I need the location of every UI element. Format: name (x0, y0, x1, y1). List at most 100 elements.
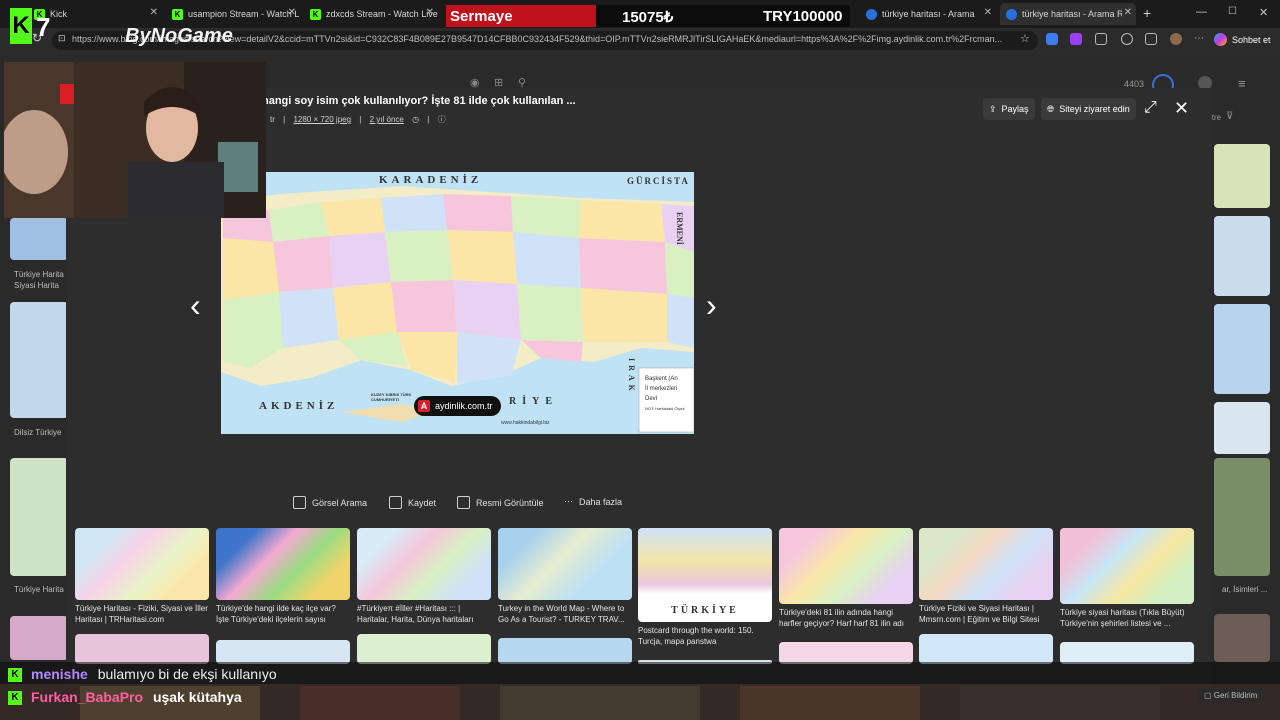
copilot-label: Sohbet et (1232, 34, 1271, 45)
kick-icon: K (310, 8, 321, 20)
globe-icon: 🌐︎ (1047, 103, 1055, 114)
right-thumbnail[interactable] (1214, 304, 1270, 394)
tab-usampion[interactable]: K usampion Stream - Watch L ✕ (166, 3, 300, 25)
left-thumbnail[interactable] (10, 218, 68, 260)
share-icon: ⇪ (989, 103, 997, 114)
right-thumbnail[interactable] (1214, 614, 1270, 662)
left-thumbnail[interactable] (10, 458, 68, 576)
related-image[interactable]: TÜRKİYE Postcard through the world: 150.… (638, 528, 772, 647)
view-image-button[interactable]: Resmi Görüntüle (457, 496, 544, 509)
profile-avatar[interactable] (1170, 33, 1182, 45)
copilot-button[interactable]: Sohbet et (1214, 33, 1271, 46)
image-title[interactable]: hangi soy isim çok kullanılıyor? İşte 81… (262, 95, 576, 107)
save-button[interactable]: Kaydet (389, 496, 436, 509)
kick-badge-icon: K (8, 691, 22, 706)
save-icon (389, 496, 402, 509)
hamburger-menu-icon[interactable]: ≡ (1238, 76, 1246, 91)
map-label-syria: RİYE (509, 396, 559, 407)
tab-search-2[interactable]: türkiye haritası - Arama Res ✕ (1000, 3, 1136, 25)
feedback-label: Geri Bildirim (1213, 691, 1258, 700)
right-caption: ar, İsimleri ... (1222, 585, 1268, 594)
related-thumbnail-row2[interactable] (75, 634, 209, 664)
close-icon[interactable]: ✕ (426, 7, 434, 18)
chat-username[interactable]: menishe (31, 666, 88, 682)
related-thumbnail (75, 528, 209, 600)
meta-size[interactable]: 1280 × 720 jpeg (293, 115, 351, 124)
favorites-icon[interactable] (1145, 33, 1157, 45)
close-icon[interactable]: ✕ (150, 7, 158, 18)
next-image-arrow-icon[interactable]: › (706, 287, 717, 324)
feedback-button[interactable]: ▢ Geri Bildirim (1198, 688, 1264, 703)
map-label-armenia: ERMENİ (675, 212, 684, 245)
meta-fragment: tr (270, 115, 275, 124)
map-label-iraq: IRAK (627, 358, 636, 395)
meta-age[interactable]: 2 yıl önce (370, 115, 404, 124)
map-label-georgia: GÜRCİSTA (627, 176, 690, 186)
share-button[interactable]: ⇪ Paylaş (983, 98, 1035, 120)
related-thumbnail (216, 528, 350, 600)
map-label-mediterranean: AKDENİZ (259, 400, 339, 412)
tab-zdxcds[interactable]: K zdxcds Stream - Watch Live ✕ (304, 3, 438, 25)
related-image[interactable]: Türkiye Fiziki ve Siyasi Haritası | Mmsr… (919, 528, 1053, 625)
postcard-label: TÜRKİYE (671, 605, 739, 616)
related-image[interactable]: Türkiye'deki 81 ilin adında hangi harfle… (779, 528, 913, 629)
legend-capital: Başkent (An (645, 376, 678, 382)
visual-search-icon (293, 496, 306, 509)
left-thumbnail[interactable] (10, 616, 68, 660)
filter-icon[interactable]: ⊽ (1226, 111, 1233, 122)
related-thumbnail: TÜRKİYE (638, 528, 772, 622)
related-caption: Türkiye Fiziki ve Siyasi Haritası | Mmsr… (919, 604, 1040, 624)
related-thumbnail-row2[interactable] (1060, 642, 1194, 664)
extension-blue-icon[interactable] (1046, 33, 1058, 45)
left-thumbnail[interactable] (10, 302, 68, 418)
close-icon[interactable]: ✕ (984, 7, 992, 18)
right-thumbnail[interactable] (1214, 458, 1270, 576)
minimize-icon[interactable]: — (1196, 6, 1207, 18)
expand-icon[interactable]: ⤢ (1144, 99, 1157, 117)
related-image[interactable]: Turkey in the World Map - Where to Go As… (498, 528, 632, 625)
close-window-icon[interactable]: ✕ (1259, 6, 1268, 19)
bing-icon (866, 8, 877, 20)
tab-label: Kick (50, 9, 68, 19)
favorite-star-icon[interactable]: ☆ (1020, 32, 1030, 45)
image-meta: tr | 1280 × 720 jpeg | 2 yıl önce ◷ | ⓘ (270, 114, 452, 125)
meta-divider: | (359, 115, 362, 124)
chat-username[interactable]: Furkan_BabaPro (31, 689, 143, 705)
visual-search-button[interactable]: Görsel Arama (293, 496, 367, 509)
webcam-scene (4, 62, 266, 218)
legend-note: NOT: Haritadaki Ölçek (645, 406, 685, 411)
new-tab-icon[interactable]: + (1143, 5, 1151, 21)
visit-site-button[interactable]: 🌐︎ Siteyi ziyaret edin (1041, 98, 1136, 120)
more-button[interactable]: ⋯ Daha fazla (564, 496, 622, 507)
related-thumbnail-row2[interactable] (779, 642, 913, 664)
prev-image-arrow-icon[interactable]: ‹ (190, 287, 201, 324)
related-image[interactable]: Türkiye siyasi haritası (Tıkla Büyüt) Tü… (1060, 528, 1194, 629)
extension-purple-icon[interactable] (1070, 33, 1082, 45)
right-thumbnail[interactable] (1214, 402, 1270, 454)
main-image-map[interactable]: KARADENİZ GÜRCİSTA ERMENİ AKDENİZ RİYE I… (221, 172, 694, 434)
related-thumbnail (357, 528, 491, 600)
more-options-icon[interactable]: ⋯ (1194, 33, 1206, 45)
related-image[interactable]: #Türkiyeπ #İller #Haritası ::: | Harital… (357, 528, 491, 625)
related-thumbnail-row2[interactable] (357, 634, 491, 664)
related-thumbnail-row2[interactable] (216, 640, 350, 664)
related-thumbnail (498, 528, 632, 600)
close-icon[interactable]: ✕ (1124, 7, 1132, 18)
related-caption: Turkey in the World Map - Where to Go As… (498, 604, 625, 624)
source-badge[interactable]: A aydinlik.com.tr (414, 396, 501, 416)
related-image[interactable]: Türkiye Haritası - Fiziki, Siyasi ve İll… (75, 528, 209, 625)
left-caption: Türkiye Harita (14, 585, 64, 594)
settings-icon[interactable] (1121, 33, 1133, 45)
right-thumbnail[interactable] (1214, 144, 1270, 208)
right-thumbnail[interactable] (1214, 216, 1270, 296)
chat-text: bulamıyo bi de ekşi kullanıyo (97, 666, 277, 682)
close-icon[interactable]: ✕ (288, 7, 296, 18)
close-icon[interactable]: ✕ (1174, 98, 1189, 119)
related-image[interactable]: Türkiye'de hangi ilde kaç ilçe var? İşte… (216, 528, 350, 625)
tab-search-1[interactable]: türkiye haritası - Arama ✕ (860, 3, 996, 25)
info-icon[interactable]: ⓘ (438, 115, 446, 124)
maximize-icon[interactable]: ☐ (1228, 6, 1237, 17)
related-thumbnail-row2[interactable] (498, 638, 632, 664)
related-thumbnail-row2[interactable] (919, 634, 1053, 664)
puzzle-icon[interactable] (1095, 33, 1107, 45)
